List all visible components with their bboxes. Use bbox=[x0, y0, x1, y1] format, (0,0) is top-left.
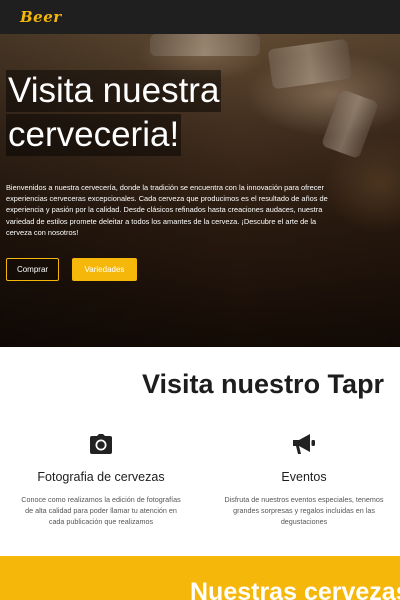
feature-photography: Fotografia de cervezas Conoce como reali… bbox=[11, 432, 191, 527]
taproom-section-title: Visita nuestro Tapr bbox=[142, 369, 385, 399]
beers-section-title: Nuestras cervezas bbox=[190, 578, 400, 600]
hero-title-line-2: cerveceria! bbox=[6, 114, 182, 156]
megaphone-icon bbox=[293, 434, 315, 454]
hero-title: Visita nuestra cerveceria! bbox=[6, 70, 266, 158]
feature-title: Eventos bbox=[281, 470, 327, 484]
varieties-button[interactable]: Variedades bbox=[72, 258, 137, 281]
feature-title: Fotografia de cervezas bbox=[37, 470, 165, 484]
navbar: Beer bbox=[0, 0, 400, 34]
hero-description: Bienvenidos a nuestra cervecería, donde … bbox=[6, 183, 328, 237]
hero-section: Visita nuestra cerveceria! Bienvenidos a… bbox=[0, 34, 400, 347]
beers-section: Nuestras cervezas bbox=[0, 556, 400, 600]
feature-description: Conoce como realizamos la edición de fot… bbox=[21, 495, 181, 526]
feature-description: Disfruta de nuestros eventos especiales,… bbox=[224, 495, 384, 526]
camera-icon bbox=[90, 434, 112, 454]
hero-title-line-1: Visita nuestra bbox=[6, 70, 222, 112]
buy-button[interactable]: Comprar bbox=[6, 258, 59, 281]
logo-link[interactable]: Beer bbox=[20, 8, 62, 26]
feature-events: Eventos Disfruta de nuestros eventos esp… bbox=[214, 432, 394, 527]
